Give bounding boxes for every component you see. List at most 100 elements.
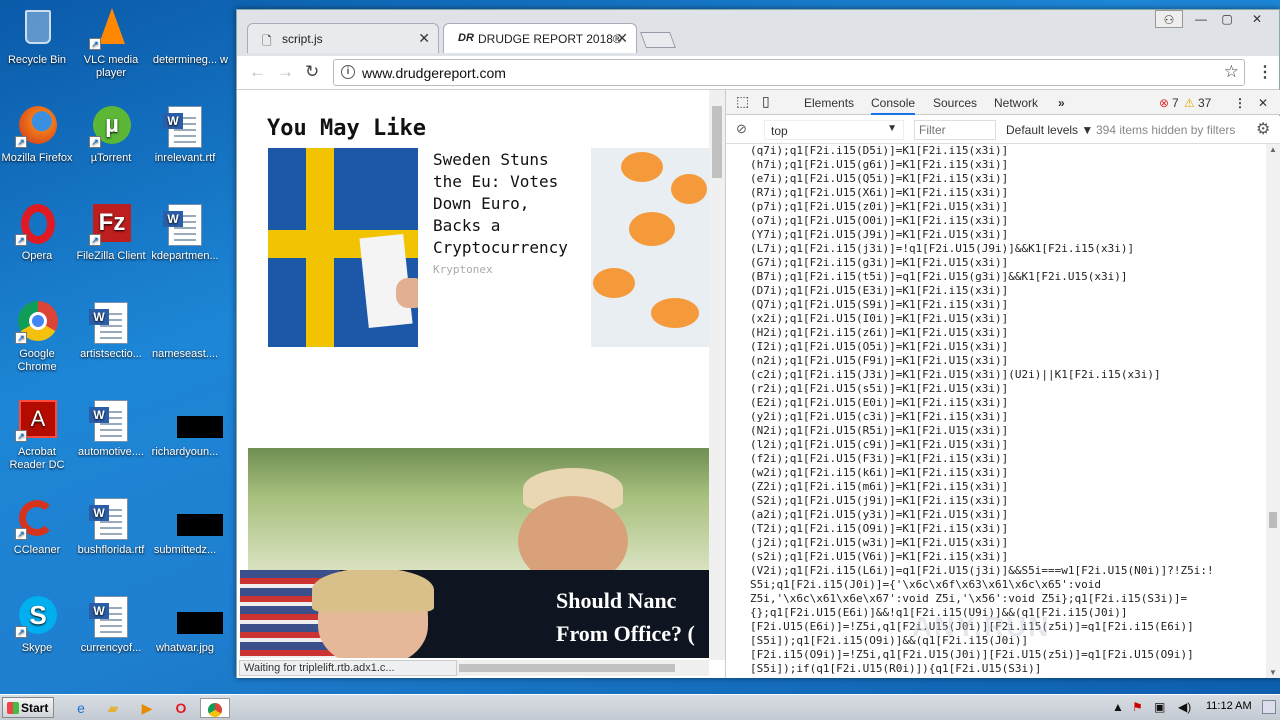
chrome-shortcut[interactable]: ↗ Google Chrome xyxy=(0,300,74,374)
tray-expand-icon[interactable]: ▲ xyxy=(1112,700,1124,714)
black-file-icon xyxy=(163,496,223,540)
tab-console[interactable]: Console xyxy=(871,96,916,115)
devtools-menu-icon[interactable]: ⋮ xyxy=(1234,96,1246,110)
info-icon[interactable]: i xyxy=(341,65,355,79)
automotive-shortcut[interactable]: W automotive.... xyxy=(74,398,148,459)
desktop-icon-label: determineg... xyxy=(152,54,218,66)
console-output[interactable]: (q7i);q1[F2i.i15(D5i)]=K1[F2i.i15(x3i)](… xyxy=(726,144,1264,678)
address-bar[interactable]: i www.drudgereport.com ☆ xyxy=(333,59,1245,86)
close-icon[interactable]: ✕ xyxy=(616,30,628,47)
trump-photo[interactable] xyxy=(248,448,710,570)
console-line: [F2i.U15(R0i)]=!Z5i;q1[F2i.U15(S3i)][F2i… xyxy=(750,676,1264,678)
browser-toolbar: ← → ↻ i www.drudgereport.com ☆ ⋮ xyxy=(237,56,1279,90)
anyrun-watermark: ANY.RUN xyxy=(912,611,1051,642)
desktop-icon-label: bushflorida.rtf xyxy=(77,544,145,556)
recycle-bin-shortcut[interactable]: Recycle Bin xyxy=(0,6,74,67)
console-line: (w2i);q1[F2i.i15(k6i)]=K1[F2i.i15(x3i)] xyxy=(750,466,1009,479)
article-headline[interactable]: Sweden Stuns the Eu: Votes Down Euro, Ba… xyxy=(433,149,579,259)
start-button[interactable]: Start xyxy=(2,697,54,718)
folder-icon[interactable]: ▰ xyxy=(102,698,124,718)
acrobat-shortcut[interactable]: A ↗ Acrobat Reader DC xyxy=(0,398,74,472)
sweden-flag-image[interactable] xyxy=(268,148,418,347)
w-shortcut[interactable]: w xyxy=(212,6,236,67)
kdepartment-shortcut[interactable]: W kdepartmen... xyxy=(148,202,222,263)
error-icon[interactable]: ⊗ xyxy=(1159,96,1169,110)
inspect-icon[interactable]: ⬚ xyxy=(736,93,749,110)
utorrent-shortcut[interactable]: µ ↗ µTorrent xyxy=(74,104,148,165)
filezilla-shortcut[interactable]: Fz ↗ FileZilla Client xyxy=(74,202,148,263)
context-selector[interactable]: top ▼ xyxy=(764,120,904,140)
clock[interactable]: 11:12 AM xyxy=(1206,700,1252,712)
show-desktop-button[interactable] xyxy=(1262,700,1276,714)
file-icon xyxy=(163,300,207,344)
close-window-button[interactable]: ✕ xyxy=(1243,10,1271,28)
submittedz-shortcut[interactable]: submittedz... xyxy=(148,496,223,557)
volume-icon[interactable]: ◀) xyxy=(1178,700,1191,714)
warning-icon[interactable]: ⚠ xyxy=(1184,96,1195,110)
chrome-taskbar-icon[interactable] xyxy=(200,698,230,718)
vlc-shortcut[interactable]: ↗ VLC media player xyxy=(74,6,148,80)
page-horizontal-scrollbar[interactable] xyxy=(457,660,709,676)
tab-drudge-report[interactable]: DR DRUDGE REPORT 2018® ✕ xyxy=(443,23,637,53)
maximize-button[interactable]: ▢ xyxy=(1213,10,1241,28)
more-tabs-button[interactable]: » xyxy=(1058,96,1065,110)
richardyoun-shortcut[interactable]: richardyoun... xyxy=(148,398,223,459)
tab-sources[interactable]: Sources xyxy=(933,96,977,110)
currencyof-shortcut[interactable]: W currencyof... xyxy=(74,594,148,655)
console-line: (c2i);q1[F2i.i15(J3i)]=K1[F2i.U15(x3i)](… xyxy=(750,368,1161,381)
skype-shortcut[interactable]: S ↗ Skype xyxy=(0,594,74,655)
skype-icon: S ↗ xyxy=(15,594,59,638)
bushflorida-shortcut[interactable]: W bushflorida.rtf xyxy=(74,496,148,557)
page-scrollbar[interactable] xyxy=(709,90,725,660)
document-icon: 🗋 xyxy=(262,34,272,48)
new-tab-button[interactable] xyxy=(640,32,676,48)
tab-script-js[interactable]: 🗋 script.js ✕ xyxy=(247,23,439,53)
console-line: [S5i]);if(q1[F2i.U15(R0i)]){q1[F2i.U15(S… xyxy=(750,662,1042,675)
device-toolbar-icon[interactable]: ▯ xyxy=(762,93,770,110)
close-devtools-icon[interactable]: ✕ xyxy=(1258,96,1268,110)
star-icon[interactable]: ☆ xyxy=(1224,62,1239,82)
action-center-icon[interactable]: ⚑ xyxy=(1132,700,1143,714)
user-icon[interactable]: ⚇ xyxy=(1155,10,1183,28)
clear-console-icon[interactable]: ⊘ xyxy=(736,121,747,137)
determineg-shortcut[interactable]: determineg... xyxy=(148,6,222,67)
pills-image[interactable] xyxy=(591,148,709,347)
tab-label: script.js xyxy=(282,32,323,46)
filter-input[interactable] xyxy=(914,120,996,140)
warning-count[interactable]: 37 xyxy=(1198,96,1211,110)
desktop-icon-label: kdepartmen... xyxy=(151,250,219,262)
inrelevant-shortcut[interactable]: W inrelevant.rtf xyxy=(148,104,222,165)
console-line: (h7i);q1[F2i.U15(g6i)]=K1[F2i.i15(x3i)] xyxy=(750,158,1009,171)
pelosi-banner-ad[interactable]: Should Nanc From Office? ( xyxy=(240,570,710,658)
tab-elements[interactable]: Elements xyxy=(804,96,854,110)
opera-shortcut[interactable]: ↗ Opera xyxy=(0,202,74,263)
back-button[interactable]: ← xyxy=(249,62,266,82)
ccleaner-shortcut[interactable]: ↗ CCleaner xyxy=(0,496,74,557)
forward-button[interactable]: → xyxy=(277,62,294,82)
tab-strip: 🗋 script.js ✕ DR DRUDGE REPORT 2018® ✕ ⚇… xyxy=(237,10,1279,56)
menu-icon[interactable]: ⋮ xyxy=(1257,62,1273,82)
artistsection-shortcut[interactable]: W artistsectio... xyxy=(74,300,148,361)
tab-network[interactable]: Network xyxy=(994,96,1038,110)
section-title: You May Like xyxy=(267,116,426,141)
error-count[interactable]: 7 xyxy=(1172,96,1179,110)
nameseast-shortcut[interactable]: nameseast.... xyxy=(148,300,222,361)
ie-icon[interactable]: e xyxy=(70,698,92,718)
reload-button[interactable]: ↻ xyxy=(305,62,319,82)
firefox-shortcut[interactable]: ↗ Mozilla Firefox xyxy=(0,104,74,165)
acrobat-icon: A ↗ xyxy=(15,398,59,442)
opera-taskbar-icon[interactable]: O xyxy=(170,698,192,718)
gear-icon[interactable]: ⚙ xyxy=(1256,119,1270,139)
levels-dropdown[interactable]: Default levels ▼ xyxy=(1006,123,1093,137)
media-player-icon[interactable]: ▶ xyxy=(136,698,158,718)
close-icon[interactable]: ✕ xyxy=(418,30,430,47)
desktop-icon-label: artistsectio... xyxy=(80,348,142,360)
console-scrollbar[interactable]: ▲ ▼ xyxy=(1266,144,1280,678)
whatwar-shortcut[interactable]: whatwar.jpg xyxy=(148,594,223,655)
network-icon[interactable]: ▣ xyxy=(1154,700,1165,714)
tab-label: DRUDGE REPORT 2018® xyxy=(478,32,622,46)
minimize-button[interactable]: — xyxy=(1187,10,1215,28)
desktop-icon-label: FileZilla Client xyxy=(76,250,146,262)
console-line: (N2i);q1[F2i.U15(R5i)]=K1[F2i.U15(x3i)] xyxy=(750,424,1009,437)
desktop-icon-label: Acrobat Reader DC xyxy=(9,446,65,471)
